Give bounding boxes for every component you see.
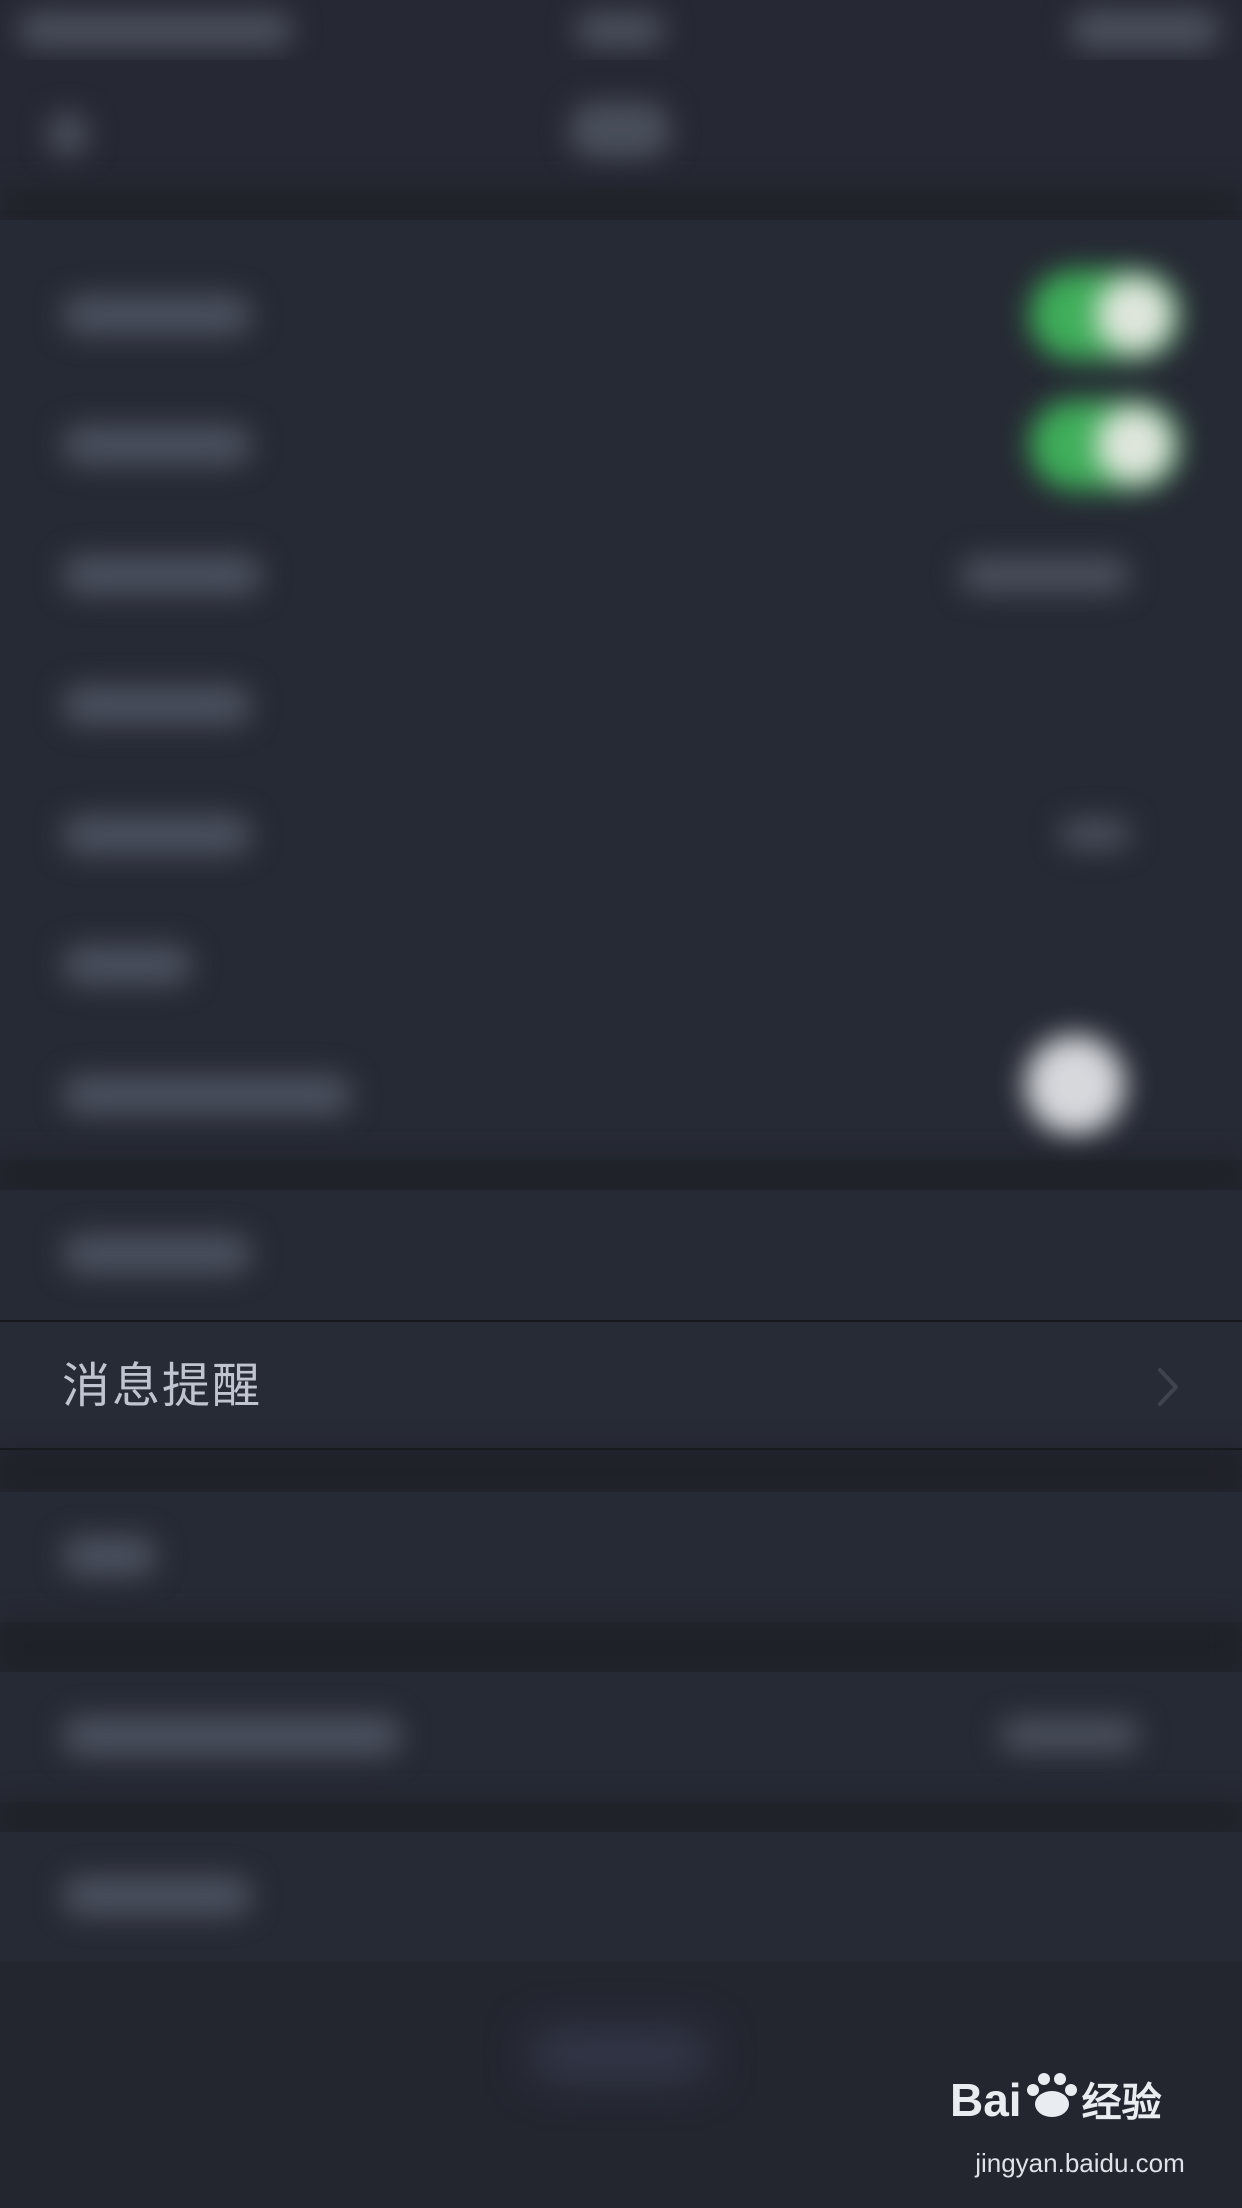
settings-row[interactable]: [0, 1035, 1242, 1155]
row-label: [62, 1234, 252, 1274]
toggle-knob: [1096, 406, 1174, 484]
settings-row[interactable]: [0, 515, 1242, 635]
row-label: [62, 815, 252, 855]
watermark-url: jingyan.baidu.com: [975, 2148, 1185, 2178]
section-divider: [0, 190, 1242, 220]
status-time: [575, 12, 665, 48]
settings-row[interactable]: [0, 905, 1242, 1025]
section-divider: [0, 1622, 1242, 1672]
row-label: [62, 1536, 157, 1576]
back-icon[interactable]: [48, 112, 88, 156]
settings-row[interactable]: [0, 385, 1242, 505]
row-label: 消息提醒: [62, 1358, 263, 1414]
row-label: [62, 1075, 352, 1115]
chevron-right-icon: [1158, 1368, 1178, 1406]
row-label: [62, 1716, 402, 1756]
row-label: [62, 425, 252, 465]
row-label: [62, 295, 252, 335]
toggle-knob: [1096, 276, 1174, 354]
settings-row[interactable]: [0, 775, 1242, 895]
nav-title: [570, 102, 670, 158]
status-carrier: [18, 12, 293, 48]
toggle-switch[interactable]: [1030, 270, 1180, 360]
toggle-switch[interactable]: [1030, 400, 1180, 490]
section-divider: [0, 1160, 1242, 1190]
settings-group-lower: [0, 1492, 1242, 1622]
status-bar: [0, 0, 1242, 60]
section-divider: [0, 1802, 1242, 1832]
toggle-knob[interactable]: [1025, 1035, 1125, 1135]
settings-group-lower: [0, 1832, 1242, 1962]
section-divider: [0, 1452, 1242, 1492]
settings-row[interactable]: [0, 255, 1242, 375]
navigation-bar: [0, 60, 1242, 210]
settings-group-lower: [0, 1672, 1242, 1802]
footer-button[interactable]: [530, 2030, 710, 2080]
row-label: [62, 1876, 252, 1916]
status-battery-icon: [1070, 10, 1220, 50]
row-label: [62, 555, 262, 595]
row-label: [62, 945, 192, 985]
row-value: [960, 557, 1130, 593]
row-label: [62, 685, 252, 725]
settings-group-top: [0, 220, 1242, 1160]
baidu-watermark: Bai 经验 jingyan.baidu.com: [950, 2070, 1210, 2190]
settings-row-notifications[interactable]: 消息提醒: [0, 1320, 1242, 1450]
settings-row[interactable]: [0, 645, 1242, 765]
settings-group-middle: [0, 1190, 1242, 1320]
watermark-logo: Bai 经验: [950, 2070, 1210, 2140]
row-value: [1060, 819, 1130, 849]
row-value: [1000, 1718, 1140, 1752]
baidu-paw-icon: [1026, 2073, 1077, 2117]
